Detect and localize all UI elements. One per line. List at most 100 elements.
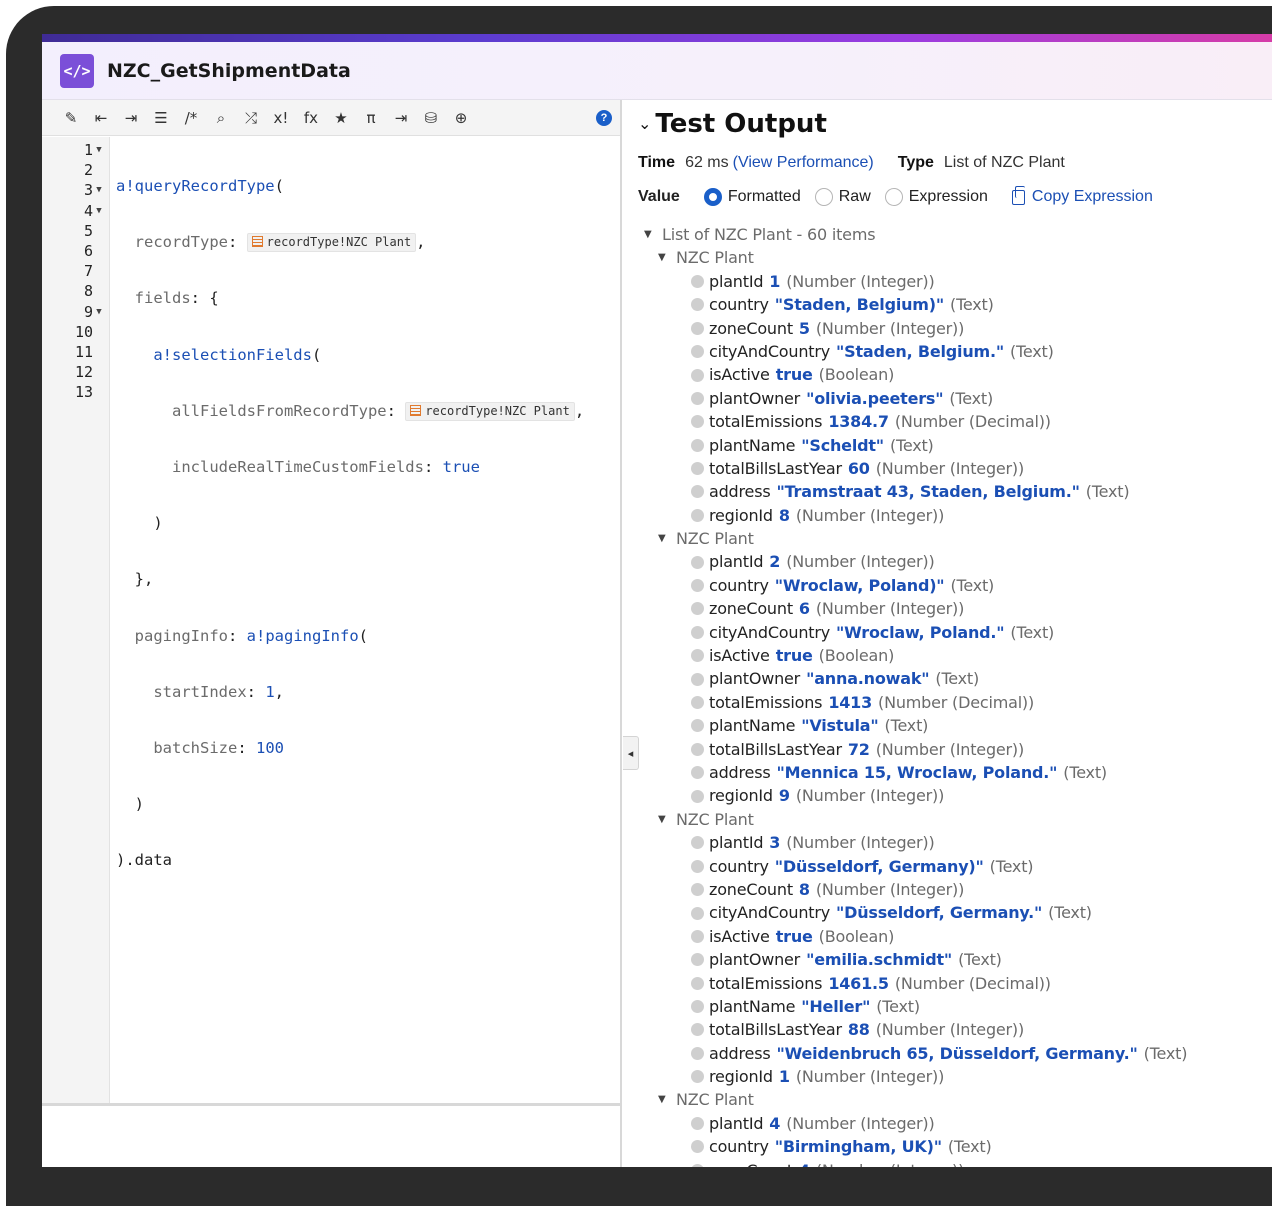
field-type: (Boolean) xyxy=(818,646,895,666)
bullet-icon xyxy=(691,462,704,476)
fold-arrow-icon[interactable]: ▼ xyxy=(93,140,105,160)
field-type: (Number (Decimal)) xyxy=(878,692,1035,712)
field-value: 4 xyxy=(799,1159,810,1167)
copy-expression-label: Copy Expression xyxy=(1031,188,1153,205)
line-number: 3 ▼ xyxy=(42,180,109,200)
auto-format-icon[interactable]: ✎ xyxy=(56,104,86,132)
view-performance-link[interactable]: (View Performance) xyxy=(733,154,874,172)
punct-token: , xyxy=(574,401,585,420)
bullet-icon xyxy=(691,696,704,709)
field-row: country "Wroclaw, Poland)" (Text) xyxy=(638,574,1272,597)
bullet-icon xyxy=(691,602,704,616)
line-number: 12 xyxy=(42,362,109,382)
line-number-label: 10 xyxy=(74,322,93,341)
record-node[interactable]: ▼ NZC Plant xyxy=(638,527,1272,550)
value-label: Value xyxy=(638,188,680,205)
field-row: plantOwner "emilia.schmidt" (Text) xyxy=(638,948,1272,971)
field-name: address xyxy=(709,762,771,782)
radio-expression[interactable]: Expression xyxy=(884,188,988,206)
function-token: a!queryRecordType xyxy=(116,177,275,195)
field-value: "Wroclaw, Poland." xyxy=(836,622,1005,642)
test-output-header[interactable]: ⌄ Test Output xyxy=(638,102,1272,146)
field-row: plantName "Vistula" (Text) xyxy=(638,714,1272,737)
line-number: 1 ▼ xyxy=(42,140,109,160)
radio-raw[interactable]: Raw xyxy=(814,188,871,206)
fold-arrow-icon[interactable]: ▼ xyxy=(93,201,105,221)
tree-root-node[interactable]: ▼ List of NZC Plant - 60 items xyxy=(638,223,1272,246)
export-icon[interactable]: ⇥ xyxy=(386,104,416,132)
field-name: cityAndCountry xyxy=(709,622,830,642)
search-icon[interactable]: ⌕ xyxy=(206,104,236,132)
radio-label: Raw xyxy=(838,188,871,205)
field-value: 5 xyxy=(798,318,810,338)
line-number: 11 xyxy=(42,342,109,362)
caret-down-icon[interactable]: ▼ xyxy=(658,527,676,550)
punct-token: : xyxy=(228,233,247,252)
field-type: (Text) xyxy=(1085,482,1130,502)
indent-icon[interactable]: ⇥ xyxy=(116,104,146,132)
value-token: 100 xyxy=(256,738,284,757)
globe-icon[interactable]: ⊕ xyxy=(446,104,476,132)
list-icon[interactable]: ☰ xyxy=(146,104,176,132)
radio-formatted[interactable]: Formatted xyxy=(703,188,801,206)
bullet-icon xyxy=(691,766,704,780)
copy-expression-button[interactable]: Copy Expression xyxy=(1011,185,1153,206)
function-icon[interactable]: fx xyxy=(296,104,326,132)
caret-down-icon[interactable]: ▼ xyxy=(658,246,676,269)
caret-down-icon[interactable]: ▼ xyxy=(658,808,676,831)
record-label: NZC Plant xyxy=(676,1090,754,1110)
field-type: (Number (Integer)) xyxy=(875,739,1025,759)
shuffle-icon[interactable]: ⤮ xyxy=(236,104,266,132)
field-row: plantId 3 (Number (Integer)) xyxy=(638,831,1272,854)
fold-arrow-icon[interactable]: ▼ xyxy=(93,180,105,200)
bullet-icon xyxy=(691,274,704,288)
field-type: (Text) xyxy=(1048,903,1092,923)
data-search-icon[interactable]: ⛁ xyxy=(416,104,446,132)
code-line-9: pagingInfo: a!pagingInfo( xyxy=(116,626,620,646)
outdent-icon[interactable]: ⇤ xyxy=(86,104,116,132)
chevron-down-icon[interactable]: ⌄ xyxy=(638,114,651,134)
pi-icon[interactable]: π xyxy=(356,104,386,132)
bullet-icon xyxy=(691,298,704,312)
code-area[interactable]: a!queryRecordType( recordType: recordTyp… xyxy=(110,137,620,1103)
record-node[interactable]: ▼ NZC Plant xyxy=(638,1088,1272,1111)
punct-token: ( xyxy=(274,177,284,195)
line-number: 7 xyxy=(42,261,109,281)
line-number-label: 13 xyxy=(74,383,93,402)
comment-icon[interactable]: /* xyxy=(176,104,206,132)
time-value: 62 ms xyxy=(685,154,729,171)
field-name: plantId xyxy=(709,271,764,291)
star-icon[interactable]: ★ xyxy=(326,104,356,132)
radio-button-icon[interactable] xyxy=(703,188,722,206)
param-token: pagingInfo xyxy=(134,626,228,645)
caret-down-icon[interactable]: ▼ xyxy=(658,1088,676,1111)
caret-down-icon[interactable]: ▼ xyxy=(644,223,662,246)
radio-button-icon[interactable] xyxy=(814,188,833,206)
output-meta: Time 62 ms (View Performance) Type List … xyxy=(638,148,1272,178)
record-node[interactable]: ▼ NZC Plant xyxy=(638,808,1272,831)
field-name: plantName xyxy=(709,435,796,455)
bullet-icon xyxy=(691,1023,704,1037)
code-editor[interactable]: 1 ▼ 2 3 ▼ 4 ▼ 5 6 7 8 9 ▼ 10 11 12 13 a!queryRecordType(… xyxy=(42,137,620,1103)
field-type: (Number (Integer)) xyxy=(816,1159,964,1167)
record-type-chip[interactable]: recordType!NZC Plant xyxy=(405,401,575,421)
radio-button-icon[interactable] xyxy=(884,188,903,206)
fold-arrow-icon[interactable]: ▼ xyxy=(93,302,105,322)
field-value: 1461.5 xyxy=(828,973,889,993)
copy-icon xyxy=(1011,185,1025,205)
field-type: (Text) xyxy=(950,575,995,595)
record-type-chip[interactable]: recordType!NZC Plant xyxy=(246,233,417,253)
field-name: cityAndCountry xyxy=(709,903,830,923)
line-number: 8 xyxy=(42,281,109,301)
line-number-label: 2 xyxy=(83,161,93,180)
bullet-icon xyxy=(691,368,704,382)
record-node[interactable]: ▼ NZC Plant xyxy=(638,246,1272,269)
field-value: true xyxy=(775,646,813,666)
field-value: 3 xyxy=(769,833,781,853)
x-bang-icon[interactable]: x! xyxy=(266,104,296,132)
field-row: cityAndCountry "Wroclaw, Poland." (Text) xyxy=(638,621,1272,644)
help-icon[interactable]: ? xyxy=(596,109,612,126)
field-name: plantName xyxy=(709,996,796,1016)
field-value: 60 xyxy=(847,458,870,478)
